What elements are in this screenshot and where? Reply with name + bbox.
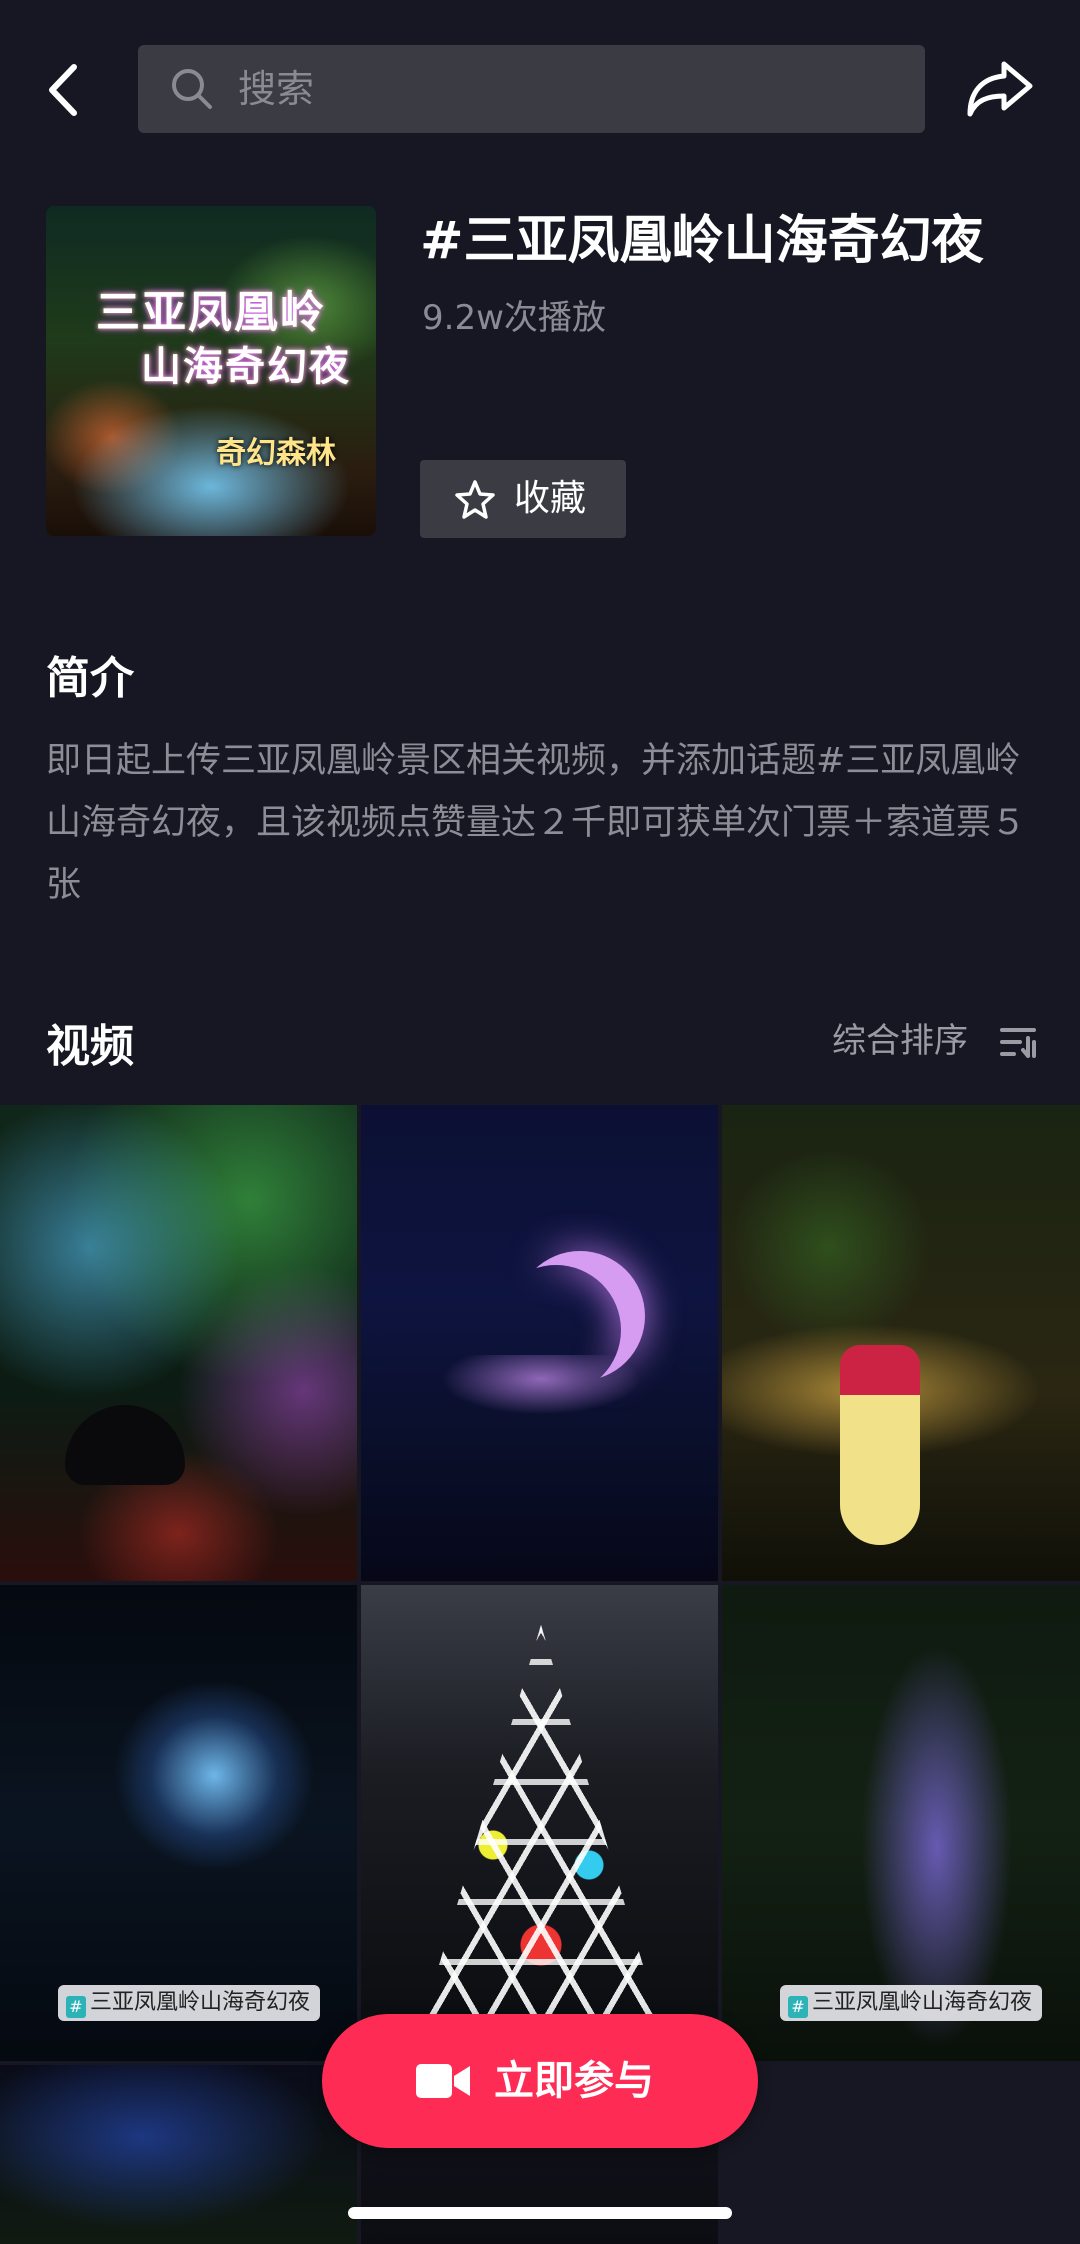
- star-icon: [455, 480, 495, 519]
- person-figure: [840, 1345, 920, 1545]
- video-thumbnail[interactable]: # 三亚凤凰岭山海奇幻夜: [722, 1585, 1080, 2061]
- video-thumbnail[interactable]: [0, 1105, 357, 1581]
- light-tunnel-graphic: [421, 1625, 661, 2025]
- video-thumbnail[interactable]: [361, 1585, 718, 2061]
- search-icon: [172, 69, 212, 109]
- sort-label: 综合排序: [832, 1021, 968, 1061]
- topic-tag-text: 三亚凤凰岭山海奇幻夜: [812, 1990, 1033, 2015]
- moon-reflection: [441, 1355, 641, 1415]
- umbrella-figure: [65, 1405, 185, 1485]
- favorite-label: 收藏: [514, 478, 587, 519]
- sort-button[interactable]: 综合排序: [832, 1018, 1036, 1066]
- cover-text-line2: 山海奇幻夜: [141, 344, 351, 390]
- intro-heading: 简介: [46, 653, 134, 704]
- chevron-left-icon: [49, 64, 77, 116]
- top-bar: 搜索: [0, 0, 1080, 180]
- video-thumbnail[interactable]: [0, 2065, 357, 2244]
- cover-text-line1: 三亚凤凰岭: [96, 287, 326, 338]
- participate-label: 立即参与: [494, 2058, 654, 2104]
- topic-tag-label: # 三亚凤凰岭山海奇幻夜: [780, 1985, 1043, 2021]
- video-camera-icon: [416, 2064, 470, 2098]
- hashtag-icon: #: [66, 1996, 86, 2018]
- home-indicator: [348, 2207, 732, 2219]
- video-thumbnail[interactable]: # 三亚凤凰岭山海奇幻夜: [0, 1585, 357, 2061]
- cover-text-line3: 奇幻森林: [216, 436, 336, 471]
- share-button[interactable]: [964, 56, 1036, 122]
- topic-tag-label: # 三亚凤凰岭山海奇幻夜: [58, 1985, 321, 2021]
- search-input[interactable]: 搜索: [138, 45, 925, 133]
- video-thumbnail[interactable]: [722, 1105, 1080, 1581]
- play-count: 9.2w次播放: [422, 298, 606, 338]
- topic-tag-text: 三亚凤凰岭山海奇幻夜: [90, 1990, 311, 2015]
- search-placeholder: 搜索: [238, 67, 315, 111]
- topic-title: #三亚凤凰岭山海奇幻夜: [420, 211, 984, 271]
- sort-icon: [1000, 1028, 1036, 1058]
- videos-heading: 视频: [46, 1021, 134, 1072]
- share-icon: [967, 61, 1033, 117]
- topic-cover-image: 三亚凤凰岭 山海奇幻夜 奇幻森林: [46, 206, 376, 536]
- hashtag-icon: #: [788, 1996, 808, 2018]
- video-thumbnail[interactable]: [361, 1105, 718, 1581]
- participate-button[interactable]: 立即参与: [322, 2014, 758, 2148]
- back-button[interactable]: [38, 55, 94, 125]
- favorite-button[interactable]: 收藏: [420, 460, 626, 538]
- intro-text: 即日起上传三亚凤凰岭景区相关视频，并添加话题#三亚凤凰岭山海奇幻夜，且该视频点赞…: [46, 741, 1027, 905]
